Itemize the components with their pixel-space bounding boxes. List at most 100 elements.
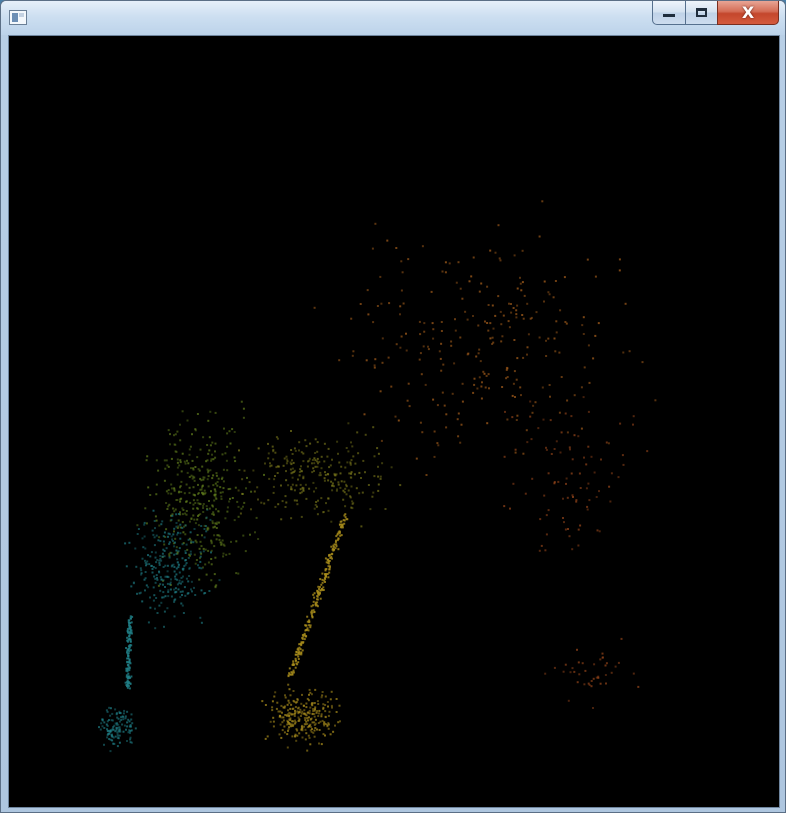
particle-dot [257,498,259,501]
particle-dot [532,404,535,407]
particle-dot [494,314,497,317]
render-area[interactable] [8,35,780,808]
particle-dot [124,542,127,545]
particle-dot [193,553,196,556]
particle-dot [299,468,302,471]
particle-dot [274,451,277,454]
particle-dot [298,732,301,735]
particle-dot [274,475,276,477]
particle-dot [175,573,178,576]
particle-dot [582,333,585,335]
particle-dot [318,474,321,477]
particle-dot [595,676,598,679]
particle-dot [498,257,501,260]
particle-dot [344,505,347,508]
particle-dot [457,261,460,264]
particle-dot [205,573,208,576]
particle-dot [482,370,485,373]
particle-dot [304,738,307,741]
particle-dot [592,677,595,680]
particle-dot [163,555,166,558]
particle-dot [337,531,340,534]
particle-dot [209,518,212,521]
particle-dot [379,475,382,478]
particle-dot [501,335,504,338]
particle-dot [185,500,188,503]
particle-dot [153,536,156,539]
particle-dot [187,538,190,541]
particle-dot [177,550,180,553]
particle-dot [313,490,315,493]
minimize-button[interactable] [652,1,686,25]
particle-dot [126,652,129,655]
particle-dot [597,322,600,325]
particle-dot [302,704,305,707]
particle-dot [622,351,625,354]
particle-dot [407,382,410,385]
particle-dot [226,445,229,448]
particle-dot [229,442,232,445]
particle-dot [192,507,195,510]
particle-dot [261,700,264,703]
particle-dot [181,557,184,560]
particle-dot [183,586,186,589]
particle-dot [181,590,184,593]
particle-dot [128,541,131,544]
particle-dot [570,472,573,475]
close-button[interactable]: X [717,1,779,25]
particle-dot [200,589,203,592]
title-bar[interactable]: X [1,1,785,35]
particle-dot [271,709,274,712]
application-window-icon[interactable] [9,10,27,25]
particle-dot [587,445,590,448]
particle-dot [423,322,426,325]
particle-dot [126,636,129,639]
particle-dot [336,533,339,536]
particle-dot [217,534,220,537]
particle-dot [306,749,309,752]
particle-dot [283,706,286,709]
particle-dot [538,549,541,552]
particle-dot [175,513,178,516]
particle-dot [296,698,299,701]
particle-dot [153,520,156,522]
particle-dot [454,329,457,332]
particle-dot [163,549,166,552]
particle-dot [202,478,205,481]
particle-dot [151,529,154,532]
particle-dot [184,550,187,552]
particle-dot [282,716,285,719]
particle-dot [275,707,278,710]
particle-dot [158,559,161,562]
particle-dot [313,470,315,472]
maximize-button[interactable] [685,1,718,25]
particle-dot [287,683,290,686]
particle-dot [436,404,439,407]
particle-dot [315,711,318,714]
particle-dot [461,382,464,385]
particle-dot [437,444,440,447]
particle-dot [257,447,260,450]
particle-dot [237,489,240,492]
particle-dot [324,695,327,698]
particle-dot [197,514,200,516]
particle-dot [192,541,195,544]
particle-dot [111,735,114,738]
particle-dot [297,478,299,481]
particle-dot [488,387,490,390]
particle-dot [352,350,355,353]
particle-dot [400,260,403,263]
particle-dot [149,494,152,496]
particle-dot [237,572,240,575]
particle-dot [562,517,564,519]
particle-dot [316,598,318,601]
particle-dot [173,570,176,573]
particle-dot [156,577,158,579]
particle-dot [155,561,158,564]
particle-dot [590,680,593,682]
particle-dot [162,540,165,543]
particle-dot [580,427,583,430]
particle-dot [191,433,193,436]
particle-dot [180,470,183,473]
particle-dot [297,720,300,722]
